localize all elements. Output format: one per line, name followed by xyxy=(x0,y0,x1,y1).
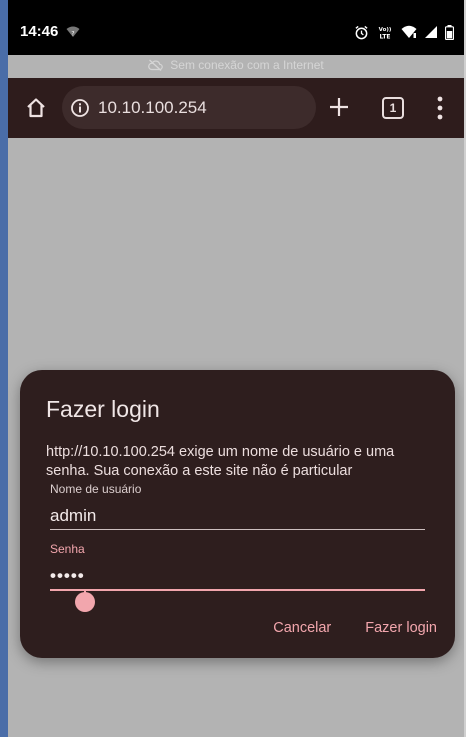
url-text[interactable]: 10.10.100.254 xyxy=(98,98,207,118)
tabs-icon[interactable]: 1 xyxy=(382,97,404,119)
text-cursor-handle[interactable] xyxy=(74,589,96,613)
username-underline xyxy=(50,529,425,530)
cloud-off-icon xyxy=(148,59,164,71)
alarm-icon xyxy=(355,25,368,39)
svg-text:LTE: LTE xyxy=(379,33,390,40)
volte-icon: Vo)) LTE xyxy=(379,27,392,40)
tabs-button[interactable]: 1 xyxy=(382,97,404,119)
password-label: Senha xyxy=(50,542,85,556)
signal-icon xyxy=(425,26,437,38)
login-dialog: Fazer login http://10.10.100.254 exige u… xyxy=(20,370,455,658)
wifi-icon xyxy=(401,25,417,38)
offline-banner: Sem conexão com a Internet xyxy=(8,58,464,72)
status-icons: Vo)) LTE xyxy=(354,24,454,40)
status-time: 14:46 xyxy=(20,23,59,40)
tab-count: 1 xyxy=(389,101,397,115)
wifi-unknown-icon: ? xyxy=(66,26,80,38)
dialog-title: Fazer login xyxy=(46,396,160,422)
info-icon[interactable] xyxy=(70,98,90,118)
login-button[interactable]: Fazer login xyxy=(365,620,437,636)
dialog-message: http://10.10.100.254 exige um nome de us… xyxy=(46,444,395,479)
svg-text:?: ? xyxy=(71,31,74,38)
browser-toolbar: 10.10.100.254 1 xyxy=(8,78,464,138)
password-underline xyxy=(50,589,425,591)
more-vert-icon[interactable] xyxy=(436,95,444,121)
status-bar: 14:46 ? Vo)) LTE xyxy=(8,0,464,55)
dialog-actions: Cancelar Fazer login xyxy=(273,620,437,636)
address-bar[interactable]: 10.10.100.254 xyxy=(62,86,316,129)
svg-text:Vo)): Vo)) xyxy=(379,27,392,33)
plus-icon[interactable] xyxy=(326,94,352,120)
username-field[interactable]: admin xyxy=(50,506,96,526)
phone-screen: 14:46 ? Vo)) LTE Sem conexão com a Inter… xyxy=(0,0,466,737)
cancel-button[interactable]: Cancelar xyxy=(273,620,331,636)
battery-icon xyxy=(445,24,454,40)
password-field[interactable]: ••••• xyxy=(50,566,85,586)
offline-text: Sem conexão com a Internet xyxy=(170,58,324,72)
home-icon[interactable] xyxy=(24,96,48,120)
username-label: Nome de usuário xyxy=(50,482,142,496)
